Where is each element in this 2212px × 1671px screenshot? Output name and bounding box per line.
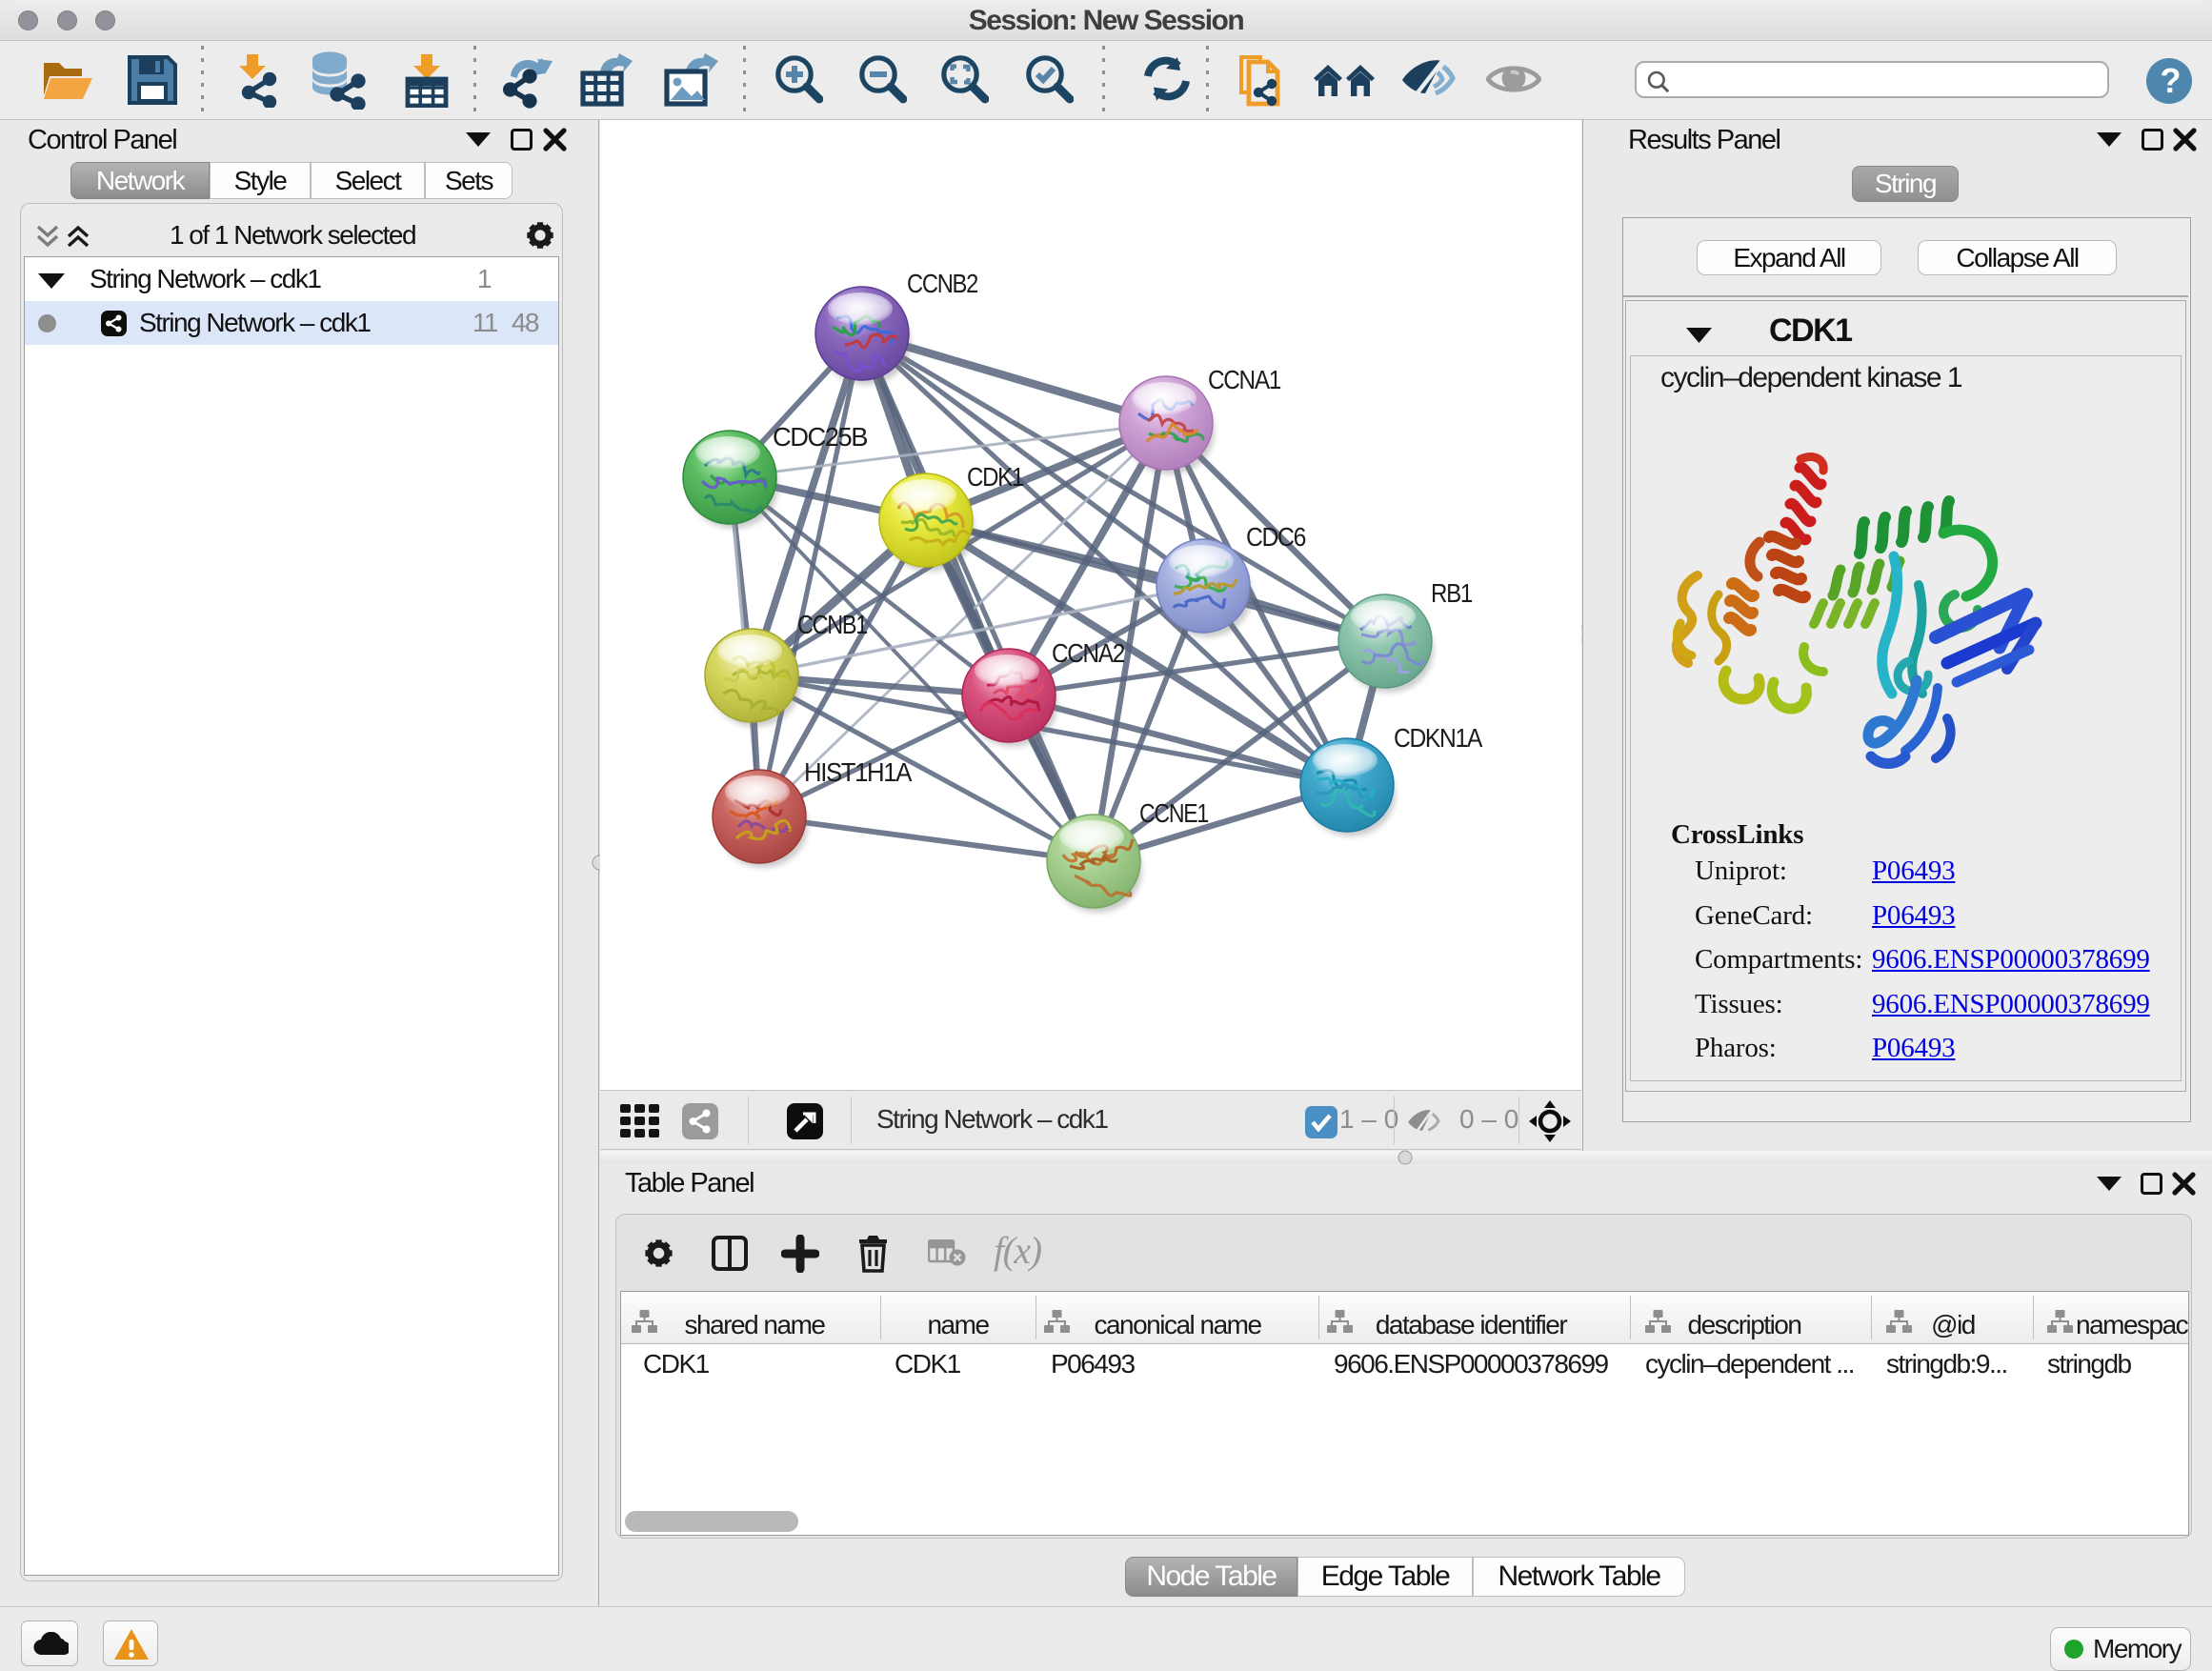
svg-text:CDC6: CDC6 <box>1246 522 1306 552</box>
svg-text:CCNB2: CCNB2 <box>907 269 978 298</box>
svg-text:CCNE1: CCNE1 <box>1139 798 1209 828</box>
svg-text:CCNA1: CCNA1 <box>1208 365 1281 394</box>
svg-text:CDC25B: CDC25B <box>773 422 868 452</box>
svg-text:CDK1: CDK1 <box>967 462 1024 492</box>
svg-text:CCNA2: CCNA2 <box>1052 638 1125 668</box>
svg-text:CDKN1A: CDKN1A <box>1394 723 1483 753</box>
svg-text:?: ? <box>2161 61 2180 100</box>
svg-text:HIST1H1A: HIST1H1A <box>804 757 913 787</box>
svg-text:RB1: RB1 <box>1431 578 1473 608</box>
svg-text:CCNB1: CCNB1 <box>797 610 868 639</box>
